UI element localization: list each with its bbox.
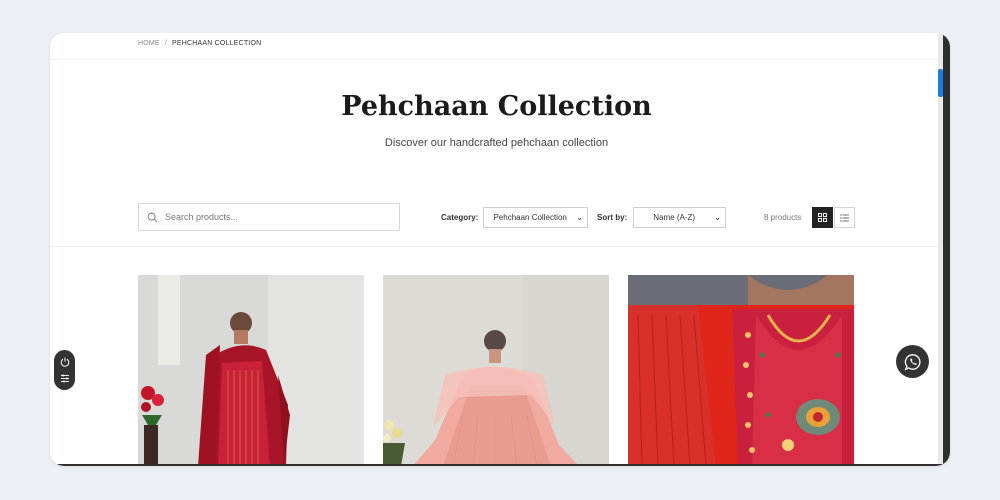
category-select-value: Pehchaan Collection bbox=[493, 213, 567, 222]
grid-view-icon bbox=[818, 213, 827, 222]
list-view-icon bbox=[840, 213, 849, 222]
breadcrumb-current: PEHCHAAN COLLECTION bbox=[171, 40, 262, 47]
breadcrumb-separator: / bbox=[164, 40, 167, 47]
whatsapp-icon bbox=[904, 353, 921, 370]
sliders-icon[interactable] bbox=[60, 374, 70, 383]
accessibility-widget[interactable] bbox=[54, 350, 75, 390]
product-image bbox=[138, 275, 364, 466]
divider bbox=[50, 246, 938, 247]
product-image bbox=[628, 275, 854, 466]
breadcrumb: HOME / PEHCHAAN COLLECTION bbox=[138, 40, 261, 47]
category-select[interactable]: Pehchaan Collection ⌄ bbox=[483, 207, 588, 228]
browser-window: HOME / PEHCHAAN COLLECTION Pehchaan Collec… bbox=[50, 33, 950, 466]
search-input[interactable] bbox=[163, 211, 387, 223]
window-frame-edge bbox=[943, 33, 950, 466]
whatsapp-chat-button[interactable] bbox=[896, 345, 929, 378]
breadcrumb-home-link[interactable]: HOME bbox=[138, 40, 160, 47]
product-card[interactable] bbox=[628, 275, 854, 466]
product-count: 8 products bbox=[764, 213, 802, 222]
search-icon bbox=[147, 212, 158, 222]
product-image bbox=[383, 275, 609, 466]
category-label: Category: bbox=[441, 213, 479, 222]
page-subtitle: Discover our handcrafted pehchaan collec… bbox=[384, 137, 609, 149]
window-frame-edge bbox=[50, 464, 950, 466]
sort-label: Sort by: bbox=[597, 213, 628, 222]
sort-select[interactable]: Name (A-Z) ⌄ bbox=[633, 207, 726, 228]
chevron-down-icon: ⌄ bbox=[576, 213, 583, 222]
divider bbox=[50, 59, 938, 60]
sort-select-value: Name (A-Z) bbox=[653, 213, 696, 222]
power-icon[interactable] bbox=[60, 357, 70, 367]
product-card[interactable] bbox=[138, 275, 364, 466]
list-view-button[interactable] bbox=[834, 207, 855, 228]
grid-view-button[interactable] bbox=[812, 207, 833, 228]
chevron-down-icon: ⌄ bbox=[714, 213, 721, 222]
search-box[interactable] bbox=[138, 203, 400, 231]
page-title: Pehchaan Collection bbox=[341, 91, 652, 122]
product-card[interactable] bbox=[383, 275, 609, 466]
